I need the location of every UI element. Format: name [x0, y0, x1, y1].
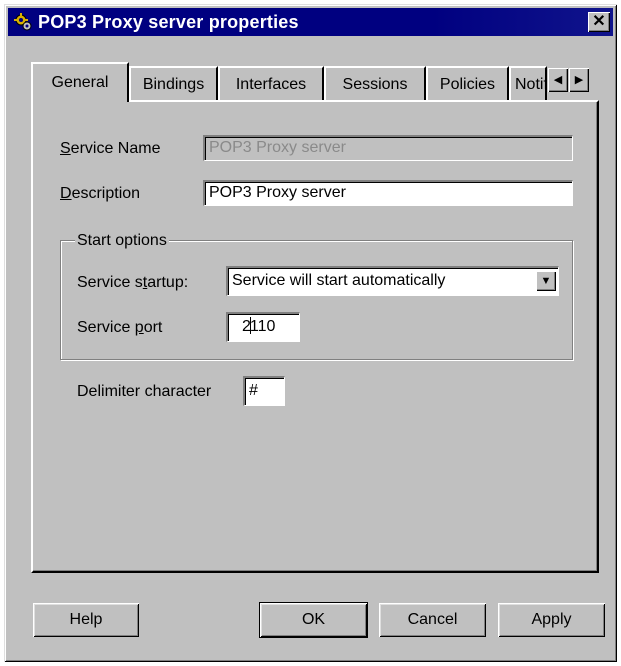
title-bar[interactable]: POP3 Proxy server properties ✕ [8, 8, 613, 36]
start-options-legend: Start options [75, 231, 169, 251]
tab-scroll-left-button[interactable]: ◀ [548, 68, 568, 92]
service-name-field: POP3 Proxy server [203, 135, 573, 161]
apply-button[interactable]: Apply [498, 603, 605, 637]
tab-label: Policies [439, 76, 496, 93]
close-icon: ✕ [592, 13, 606, 30]
description-field[interactable]: POP3 Proxy server [203, 180, 573, 206]
delimiter-field[interactable]: # [243, 376, 285, 406]
window-title: POP3 Proxy server properties [38, 12, 299, 32]
service-startup-combobox[interactable]: Service will start automatically ▼ [226, 266, 559, 296]
tab-interfaces[interactable]: Interfaces [218, 66, 324, 100]
service-port-label: Service port [77, 319, 163, 336]
tab-label: Notifications [515, 76, 545, 93]
service-name-label: Service Name [60, 140, 161, 157]
start-options-group [60, 240, 573, 360]
service-startup-label: Service startup: [77, 274, 189, 291]
service-port-field[interactable]: 2110 [226, 312, 300, 342]
service-startup-value: Service will start automatically [232, 272, 446, 289]
chevron-down-icon: ▼ [540, 275, 552, 287]
tab-label: General [51, 74, 109, 91]
ok-button[interactable]: OK [259, 602, 368, 638]
cancel-button[interactable]: Cancel [379, 603, 486, 637]
close-button[interactable]: ✕ [588, 12, 610, 32]
help-button[interactable]: Help [33, 603, 139, 637]
gears-icon [14, 13, 32, 31]
tab-policies[interactable]: Policies [426, 66, 509, 100]
tab-bindings[interactable]: Bindings [129, 66, 218, 100]
tab-label: Interfaces [235, 76, 307, 93]
tab-general[interactable]: General [31, 62, 129, 102]
description-label: Description [60, 185, 141, 202]
tab-label: Bindings [142, 76, 205, 93]
tab-sessions[interactable]: Sessions [324, 66, 426, 100]
tab-label: Sessions [342, 76, 408, 93]
delimiter-label: Delimiter character [77, 383, 212, 400]
tab-notifications[interactable]: Notifications [509, 66, 547, 100]
combo-dropdown-button[interactable]: ▼ [536, 271, 556, 291]
arrow-left-icon: ◀ [553, 74, 563, 86]
tab-scroll-right-button[interactable]: ▶ [569, 68, 589, 92]
arrow-right-icon: ▶ [574, 74, 584, 86]
